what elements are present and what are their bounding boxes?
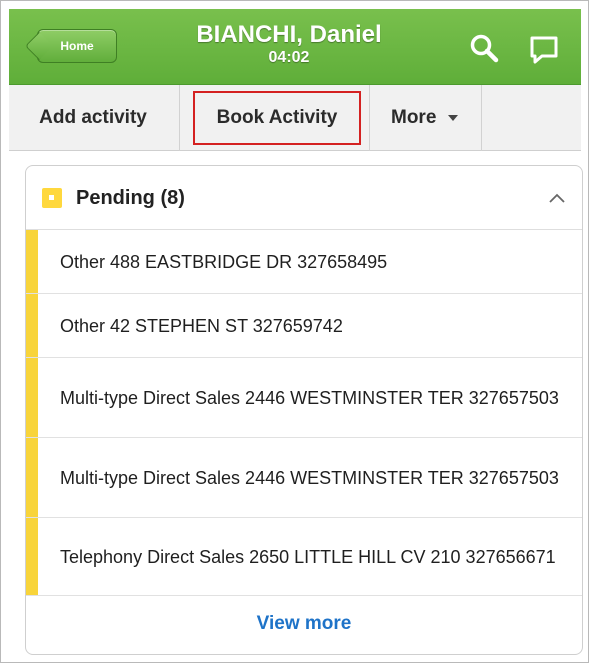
chat-bubble-icon[interactable] — [529, 35, 559, 65]
list-item[interactable]: Multi-type Direct Sales 2446 WESTMINSTER… — [26, 438, 582, 518]
pending-status-icon — [42, 188, 62, 208]
home-button[interactable]: Home — [24, 29, 117, 63]
book-activity-highlight — [193, 91, 361, 145]
pending-activities-panel: Pending (8) Other 488 EASTBRIDGE DR 3276… — [25, 165, 583, 655]
more-label: More — [391, 107, 437, 128]
tab-divider — [369, 85, 370, 151]
add-activity-tab[interactable]: Add activity — [9, 85, 177, 151]
activity-label: Telephony Direct Sales 2650 LITTLE HILL … — [60, 546, 556, 567]
activity-label: Other 488 EASTBRIDGE DR 327658495 — [60, 251, 388, 272]
back-arrow-shape — [24, 31, 54, 61]
app-frame: Home BIANCHI, Daniel 04:02 Add activity … — [0, 0, 589, 663]
header-title-block: BIANCHI, Daniel 04:02 — [169, 21, 409, 67]
chevron-up-icon[interactable] — [548, 192, 566, 204]
time-display: 04:02 — [268, 49, 310, 66]
search-icon[interactable] — [469, 33, 499, 63]
tab-divider — [179, 85, 180, 151]
caret-down-icon — [448, 115, 459, 121]
list-item[interactable]: Other 488 EASTBRIDGE DR 327658495 — [26, 230, 582, 294]
list-item[interactable]: Telephony Direct Sales 2650 LITTLE HILL … — [26, 518, 582, 596]
home-button-label: Home — [60, 39, 94, 53]
panel-header[interactable]: Pending (8) — [26, 166, 582, 230]
more-menu-tab[interactable]: More — [371, 85, 481, 151]
panel-title: Pending (8) — [76, 187, 185, 209]
add-activity-label: Add activity — [39, 107, 147, 128]
tab-divider — [481, 85, 482, 151]
list-item[interactable]: Other 42 STEPHEN ST 327659742 — [26, 294, 582, 358]
activity-label: Other 42 STEPHEN ST 327659742 — [60, 315, 343, 336]
view-more-link[interactable]: View more — [26, 596, 582, 652]
header-bar: Home BIANCHI, Daniel 04:02 — [9, 9, 581, 85]
status-bar — [26, 518, 38, 595]
activity-label: Multi-type Direct Sales 2446 WESTMINSTER… — [60, 467, 559, 488]
status-bar — [26, 230, 38, 293]
customer-name: BIANCHI, Daniel — [196, 21, 382, 48]
activity-label: Multi-type Direct Sales 2446 WESTMINSTER… — [60, 387, 559, 408]
list-item[interactable]: Multi-type Direct Sales 2446 WESTMINSTER… — [26, 358, 582, 438]
status-bar — [26, 438, 38, 517]
action-tab-bar: Add activity Book Activity More — [9, 85, 581, 151]
status-bar — [26, 358, 38, 437]
status-bar — [26, 294, 38, 357]
